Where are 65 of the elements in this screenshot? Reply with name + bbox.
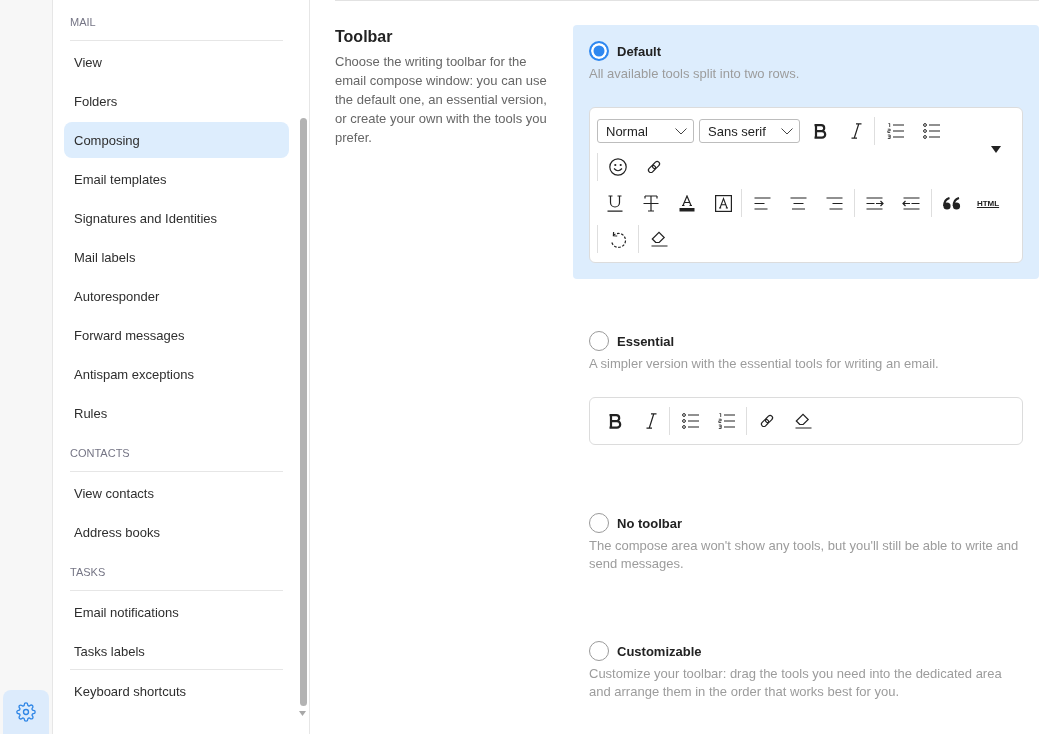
sidebar-item[interactable]: Tasks labels — [64, 633, 289, 669]
sidebar-item[interactable]: Antispam exceptions — [64, 356, 289, 392]
bold-icon — [813, 123, 827, 139]
option-label[interactable]: Default — [617, 43, 662, 59]
numbered-list-icon — [717, 413, 735, 429]
sidebar-item[interactable]: Composing — [64, 122, 289, 158]
settings-button[interactable] — [2, 690, 49, 734]
text-color-icon — [679, 194, 695, 212]
quote-icon — [943, 196, 961, 210]
sidebar-item[interactable]: Autoresponder — [64, 278, 289, 314]
underline-icon — [607, 194, 623, 212]
align-center-icon — [789, 196, 807, 210]
bullet-list-icon — [681, 413, 699, 429]
chevron-down-icon — [781, 127, 793, 135]
link-icon — [759, 413, 775, 429]
sidebar-item[interactable]: Address books — [64, 514, 289, 550]
bold-icon — [608, 413, 622, 429]
sidebar-item[interactable]: Rules — [64, 395, 289, 431]
setting-title: Toolbar — [335, 27, 394, 47]
font-dropdown[interactable]: Sans serif — [699, 119, 800, 143]
radio-button[interactable] — [589, 641, 609, 661]
radio-button[interactable] — [589, 513, 609, 533]
option-description: The compose area won't show any tools, but you'll still be able to write and send messages. — [589, 537, 1020, 573]
option-description: Customize your toolbar: drag the tools you need into the dedicated area and arrange them in the order that works best for you. — [589, 665, 1003, 701]
html-button[interactable]: HTML — [970, 189, 1006, 217]
option-description: All available tools split into two rows. — [589, 65, 801, 83]
heading-dropdown[interactable]: Normal — [597, 119, 694, 143]
sidebar-item[interactable]: Folders — [64, 83, 289, 119]
indent-icon — [866, 196, 884, 210]
section-header: TASKS — [70, 565, 107, 580]
sidebar-item[interactable]: Keyboard shortcuts — [64, 673, 289, 709]
italic-icon — [645, 413, 657, 429]
highlight-icon — [714, 194, 732, 212]
option-label[interactable]: Essential — [617, 333, 675, 349]
chevron-down-icon — [675, 127, 687, 135]
italic-icon — [850, 123, 862, 139]
sidebar-item[interactable]: Forward messages — [64, 317, 289, 353]
scrollbar-thumb[interactable] — [300, 118, 307, 706]
caret-down-icon — [991, 145, 1001, 153]
eraser-icon — [794, 413, 812, 429]
section-header: MAIL — [70, 15, 97, 30]
settings-icon — [15, 702, 36, 722]
radio-button[interactable] — [589, 41, 609, 61]
section-header: CONTACTS — [70, 446, 131, 461]
option-label[interactable]: Customizable — [617, 643, 702, 659]
align-right-icon — [825, 196, 843, 210]
option-label[interactable]: No toolbar — [617, 515, 682, 531]
sidebar-item[interactable]: Signatures and Identities — [64, 200, 289, 236]
option-description: A simpler version with the essential tools for writing an email. — [589, 355, 940, 373]
radio-button[interactable] — [589, 331, 609, 351]
setting-description: Choose the writing toolbar for the email compose window: you can use the default one, an essential version, or create your own with the tools you prefer. — [335, 53, 548, 147]
strikethrough-icon — [643, 194, 659, 212]
sidebar-item[interactable]: Email templates — [64, 161, 289, 197]
sidebar-item[interactable]: Email notifications — [64, 594, 289, 630]
sidebar-item[interactable]: View — [64, 44, 289, 80]
eraser-icon — [650, 231, 668, 247]
smiley-icon — [609, 158, 627, 176]
sidebar-item[interactable]: Mail labels — [64, 239, 289, 275]
numbered-list-icon — [886, 123, 904, 139]
undo-icon — [609, 230, 627, 248]
link-icon — [646, 159, 662, 175]
bullet-list-icon — [922, 123, 940, 139]
outdent-icon — [902, 196, 920, 210]
sidebar-item[interactable]: View contacts — [64, 475, 289, 511]
align-left-icon — [753, 196, 771, 210]
